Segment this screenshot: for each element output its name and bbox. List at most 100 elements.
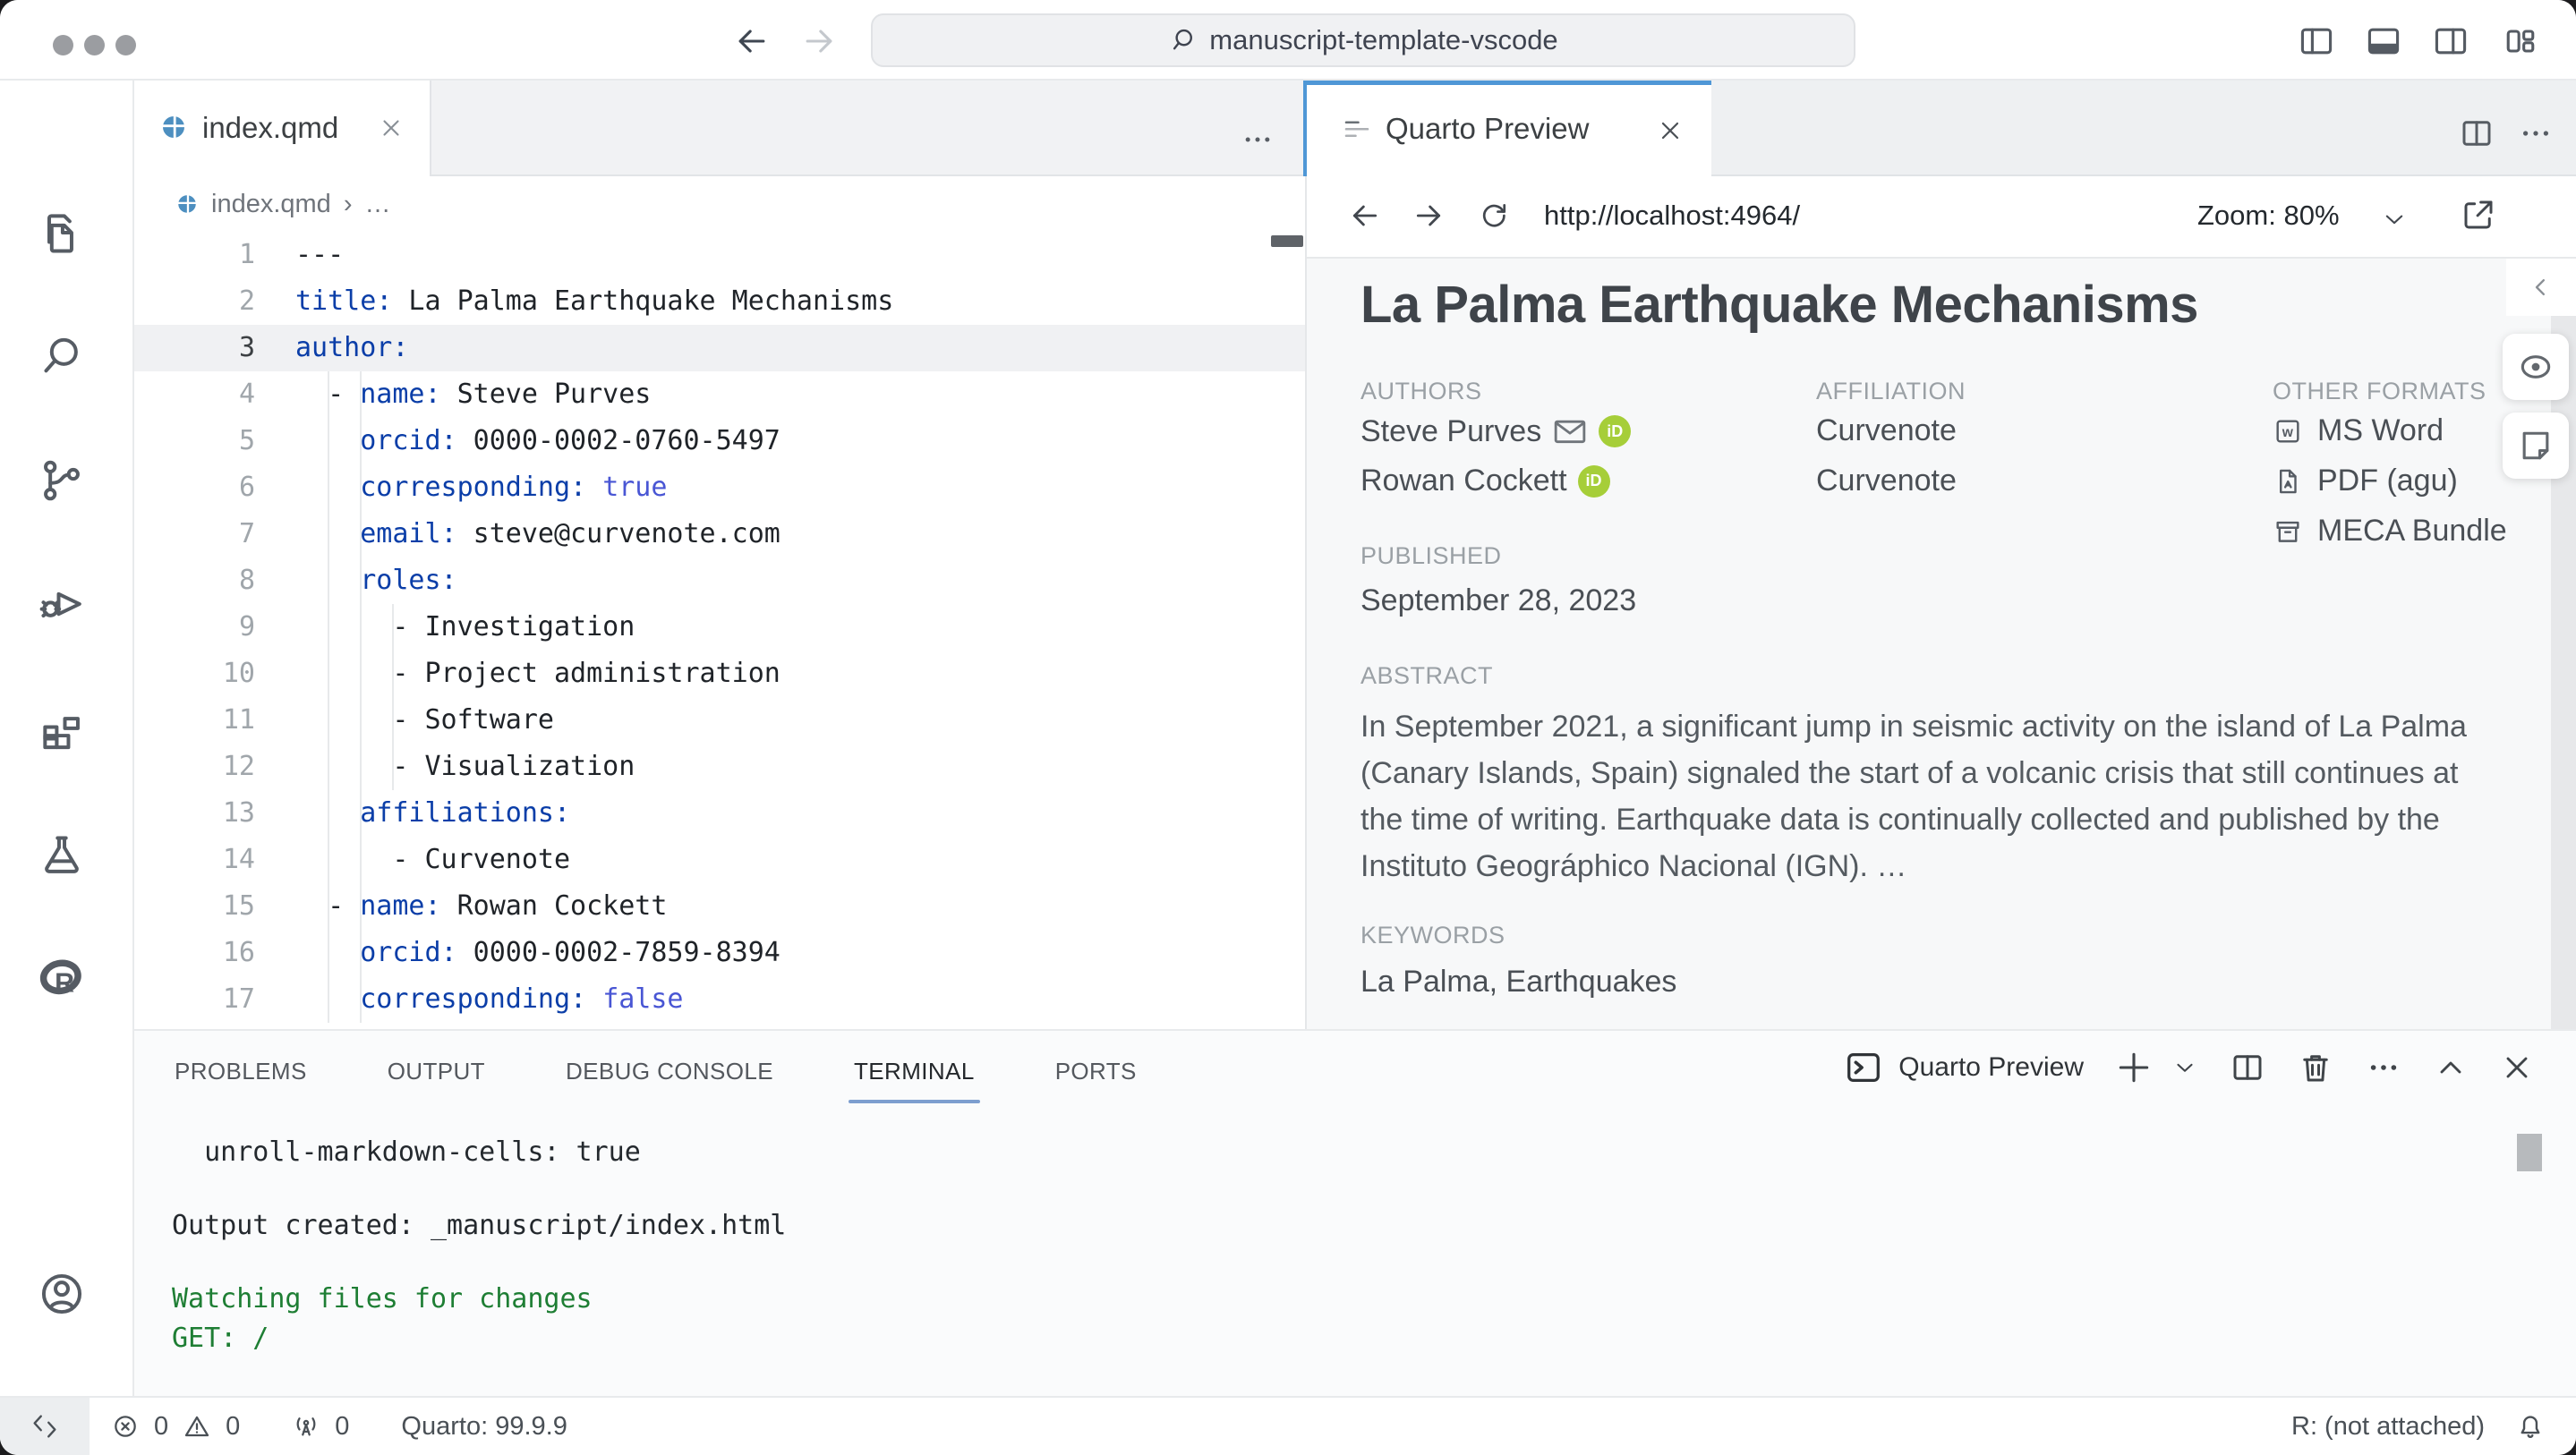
errors-count[interactable]: 0 [154, 1412, 168, 1442]
code-text: title: La Palma Earthquake Mechanisms [255, 278, 893, 325]
code-line[interactable]: 4 - name: Steve Purves [134, 371, 1305, 418]
toggle-panel-icon[interactable] [2364, 21, 2403, 61]
panel-tabs: PROBLEMS OUTPUT DEBUG CONSOLE TERMINAL PORTS [175, 1058, 1137, 1085]
history-back-icon[interactable] [732, 21, 772, 61]
editor-more-actions-icon[interactable] [1240, 122, 1275, 157]
tab-close-icon[interactable] [1656, 116, 1685, 145]
terminal-line: Output created: _manuscript/index.html [172, 1210, 786, 1241]
source-control-icon[interactable] [37, 455, 87, 506]
tab-quarto-preview[interactable]: Quarto Preview [1307, 81, 1711, 176]
line-number: 10 [134, 651, 255, 697]
errors-icon[interactable] [111, 1412, 140, 1441]
code-line[interactable]: 3author: [134, 325, 1305, 371]
broadcast-icon[interactable] [292, 1412, 320, 1441]
panel-tab-ports[interactable]: PORTS [1055, 1058, 1137, 1085]
window-minimize-button[interactable] [84, 35, 105, 55]
published-date: September 28, 2023 [1361, 583, 1636, 618]
warnings-icon[interactable] [183, 1412, 211, 1441]
preview-note-button[interactable] [2503, 413, 2569, 479]
breadcrumb[interactable]: index.qmd › … [134, 176, 1305, 232]
code-line[interactable]: 10 - Project administration [134, 651, 1305, 697]
preview-refresh-icon[interactable] [1477, 199, 1511, 233]
panel-tab-terminal[interactable]: TERMINAL [854, 1058, 975, 1085]
preview-back-icon[interactable] [1347, 198, 1383, 234]
window-close-button[interactable] [53, 35, 73, 55]
broadcast-count[interactable]: 0 [335, 1412, 349, 1442]
line-number: 6 [134, 464, 255, 511]
testing-icon[interactable] [37, 829, 87, 879]
tab-close-icon[interactable] [378, 115, 405, 141]
terminal-dropdown-chevron-icon[interactable] [2171, 1054, 2198, 1081]
search-sidebar-icon[interactable] [37, 331, 87, 381]
zoom-dropdown-chevron-icon[interactable] [2381, 207, 2408, 234]
history-forward-icon[interactable] [799, 21, 839, 61]
title-bar: manuscript-template-vscode [0, 0, 2576, 81]
orcid-icon[interactable]: iD [1599, 415, 1631, 447]
code-line[interactable]: 13 affiliations: [134, 790, 1305, 837]
account-icon[interactable] [37, 1269, 87, 1319]
explorer-icon[interactable] [37, 208, 87, 258]
preview-zoom-label[interactable]: Zoom: 80% [2197, 200, 2340, 232]
code-text: orcid: 0000-0002-7859-8394 [255, 930, 780, 976]
code-line[interactable]: 7 email: steve@curvenote.com [134, 511, 1305, 557]
open-external-icon[interactable] [2460, 196, 2497, 234]
toggle-secondary-sidebar-icon[interactable] [2431, 21, 2470, 61]
remote-indicator[interactable] [0, 1398, 90, 1455]
split-editor-icon[interactable] [2458, 115, 2495, 152]
format-link-pdf[interactable]: PDF (agu) [2273, 464, 2458, 498]
code-text: author: [255, 325, 408, 371]
code-line[interactable]: 5 orcid: 0000-0002-0760-5497 [134, 418, 1305, 464]
breadcrumb-file[interactable]: index.qmd [211, 190, 331, 219]
code-line[interactable]: 15 - name: Rowan Cockett [134, 883, 1305, 930]
preview-url[interactable]: http://localhost:4964/ [1544, 200, 1800, 232]
kill-terminal-icon[interactable] [2297, 1049, 2334, 1086]
code-editor[interactable]: 1---2title: La Palma Earthquake Mechanis… [134, 232, 1305, 1029]
window-zoom-button[interactable] [115, 35, 136, 55]
code-line[interactable]: 14 - Curvenote [134, 837, 1305, 883]
code-line[interactable]: 9 - Investigation [134, 604, 1305, 651]
code-line[interactable]: 11 - Software [134, 697, 1305, 744]
published-header: PUBLISHED [1361, 542, 1502, 570]
terminal-scrollbar-thumb[interactable] [2517, 1134, 2542, 1171]
preview-more-actions-icon[interactable] [2517, 115, 2555, 152]
code-line[interactable]: 16 orcid: 0000-0002-7859-8394 [134, 930, 1305, 976]
activity-bar: R [0, 81, 134, 1396]
quarto-version[interactable]: Quarto: 99.9.9 [401, 1412, 567, 1442]
code-line[interactable]: 17 corresponding: false [134, 976, 1305, 1023]
tab-index-qmd[interactable]: index.qmd [134, 81, 431, 176]
editor-sash[interactable] [1303, 81, 1307, 176]
run-debug-icon[interactable] [37, 579, 87, 629]
extensions-icon[interactable] [37, 705, 87, 755]
panel-tab-output[interactable]: OUTPUT [388, 1058, 485, 1085]
bell-icon[interactable] [2515, 1411, 2546, 1442]
breadcrumb-more[interactable]: … [364, 190, 390, 219]
toggle-sidebar-icon[interactable] [2297, 21, 2336, 61]
email-icon[interactable] [1552, 413, 1588, 449]
code-line[interactable]: 1--- [134, 232, 1305, 278]
split-terminal-icon[interactable] [2229, 1049, 2266, 1086]
customize-layout-icon[interactable] [2501, 21, 2540, 61]
preview-forward-icon[interactable] [1411, 198, 1446, 234]
collapse-panel-icon[interactable] [2506, 259, 2576, 316]
panel-tab-problems[interactable]: PROBLEMS [175, 1058, 307, 1085]
r-language-icon[interactable]: R [37, 953, 87, 1003]
preview-eye-button[interactable] [2503, 334, 2569, 400]
line-number: 1 [134, 232, 255, 278]
orcid-icon[interactable]: iD [1578, 465, 1610, 498]
code-line[interactable]: 12 - Visualization [134, 744, 1305, 790]
format-link-meca[interactable]: MECA Bundle [2273, 514, 2507, 549]
code-line[interactable]: 6 corresponding: true [134, 464, 1305, 511]
panel-tab-debug-console[interactable]: DEBUG CONSOLE [566, 1058, 773, 1085]
maximize-panel-icon[interactable] [2433, 1050, 2469, 1085]
new-terminal-icon[interactable] [2114, 1048, 2154, 1087]
command-center-search[interactable]: manuscript-template-vscode [871, 13, 1855, 67]
terminal-instance[interactable]: Quarto Preview [1843, 1047, 2084, 1088]
format-link-msword[interactable]: w MS Word [2273, 413, 2444, 448]
r-status[interactable]: R: (not attached) [2291, 1412, 2485, 1442]
close-panel-icon[interactable] [2499, 1050, 2535, 1085]
code-line[interactable]: 2title: La Palma Earthquake Mechanisms [134, 278, 1305, 325]
code-line[interactable]: 8 roles: [134, 557, 1305, 604]
warnings-count[interactable]: 0 [226, 1412, 240, 1442]
editor-scrollbar-thumb[interactable] [1271, 235, 1303, 247]
panel-more-actions-icon[interactable] [2365, 1049, 2402, 1086]
